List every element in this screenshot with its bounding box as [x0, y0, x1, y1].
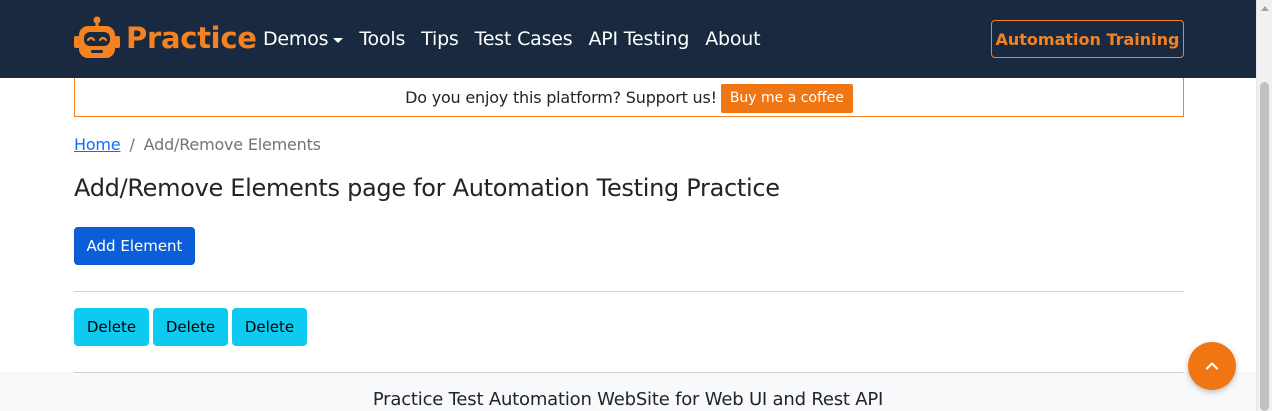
delete-button[interactable]: Delete [74, 308, 149, 346]
delete-button[interactable]: Delete [153, 308, 228, 346]
scroll-up-arrow-icon[interactable] [1261, 6, 1269, 11]
footer-text: Practice Test Automation WebSite for Web… [372, 389, 884, 410]
page-scrollbar[interactable] [1256, 0, 1272, 411]
scroll-to-top-button[interactable] [1188, 342, 1236, 390]
support-banner: Do you enjoy this platform? Support us! … [74, 78, 1184, 117]
nav-item-about[interactable]: About [705, 28, 760, 50]
breadcrumb-current: Add/Remove Elements [143, 135, 321, 154]
chevron-up-icon [1206, 362, 1218, 370]
added-elements-container: Delete Delete Delete [74, 308, 311, 346]
brand-name: Practice [126, 21, 257, 55]
nav-item-test-cases[interactable]: Test Cases [475, 28, 573, 50]
section-divider [74, 291, 1184, 292]
nav-item-tools[interactable]: Tools [359, 28, 405, 50]
nav-item-tips[interactable]: Tips [421, 28, 459, 50]
nav-item-demos[interactable]: Demos [263, 28, 344, 50]
top-navbar: Practice Demos Tools Tips Test Cases API… [0, 0, 1256, 78]
nav-menu: Demos Tools Tips Test Cases API Testing … [263, 0, 776, 78]
footer: Practice Test Automation WebSite for Web… [0, 372, 1256, 411]
nav-item-label: Demos [263, 28, 329, 50]
robot-logo-icon [74, 16, 120, 58]
delete-button[interactable]: Delete [232, 308, 307, 346]
breadcrumb-home-link[interactable]: Home [74, 135, 121, 154]
buy-me-a-coffee-button[interactable]: Buy me a coffee [720, 83, 853, 113]
footer-divider [74, 372, 1184, 373]
nav-item-api-testing[interactable]: API Testing [589, 28, 690, 50]
caret-down-icon [333, 37, 344, 43]
support-text: Do you enjoy this platform? Support us! [405, 87, 717, 107]
automation-training-button[interactable]: Automation Training [991, 20, 1184, 58]
breadcrumb: Home / Add/Remove Elements [74, 135, 321, 154]
breadcrumb-separator: / [129, 135, 135, 154]
page-title: Add/Remove Elements page for Automation … [74, 174, 780, 202]
add-element-button[interactable]: Add Element [74, 227, 195, 265]
brand-link[interactable]: Practice [74, 16, 257, 60]
scrollbar-thumb[interactable] [1260, 82, 1269, 411]
